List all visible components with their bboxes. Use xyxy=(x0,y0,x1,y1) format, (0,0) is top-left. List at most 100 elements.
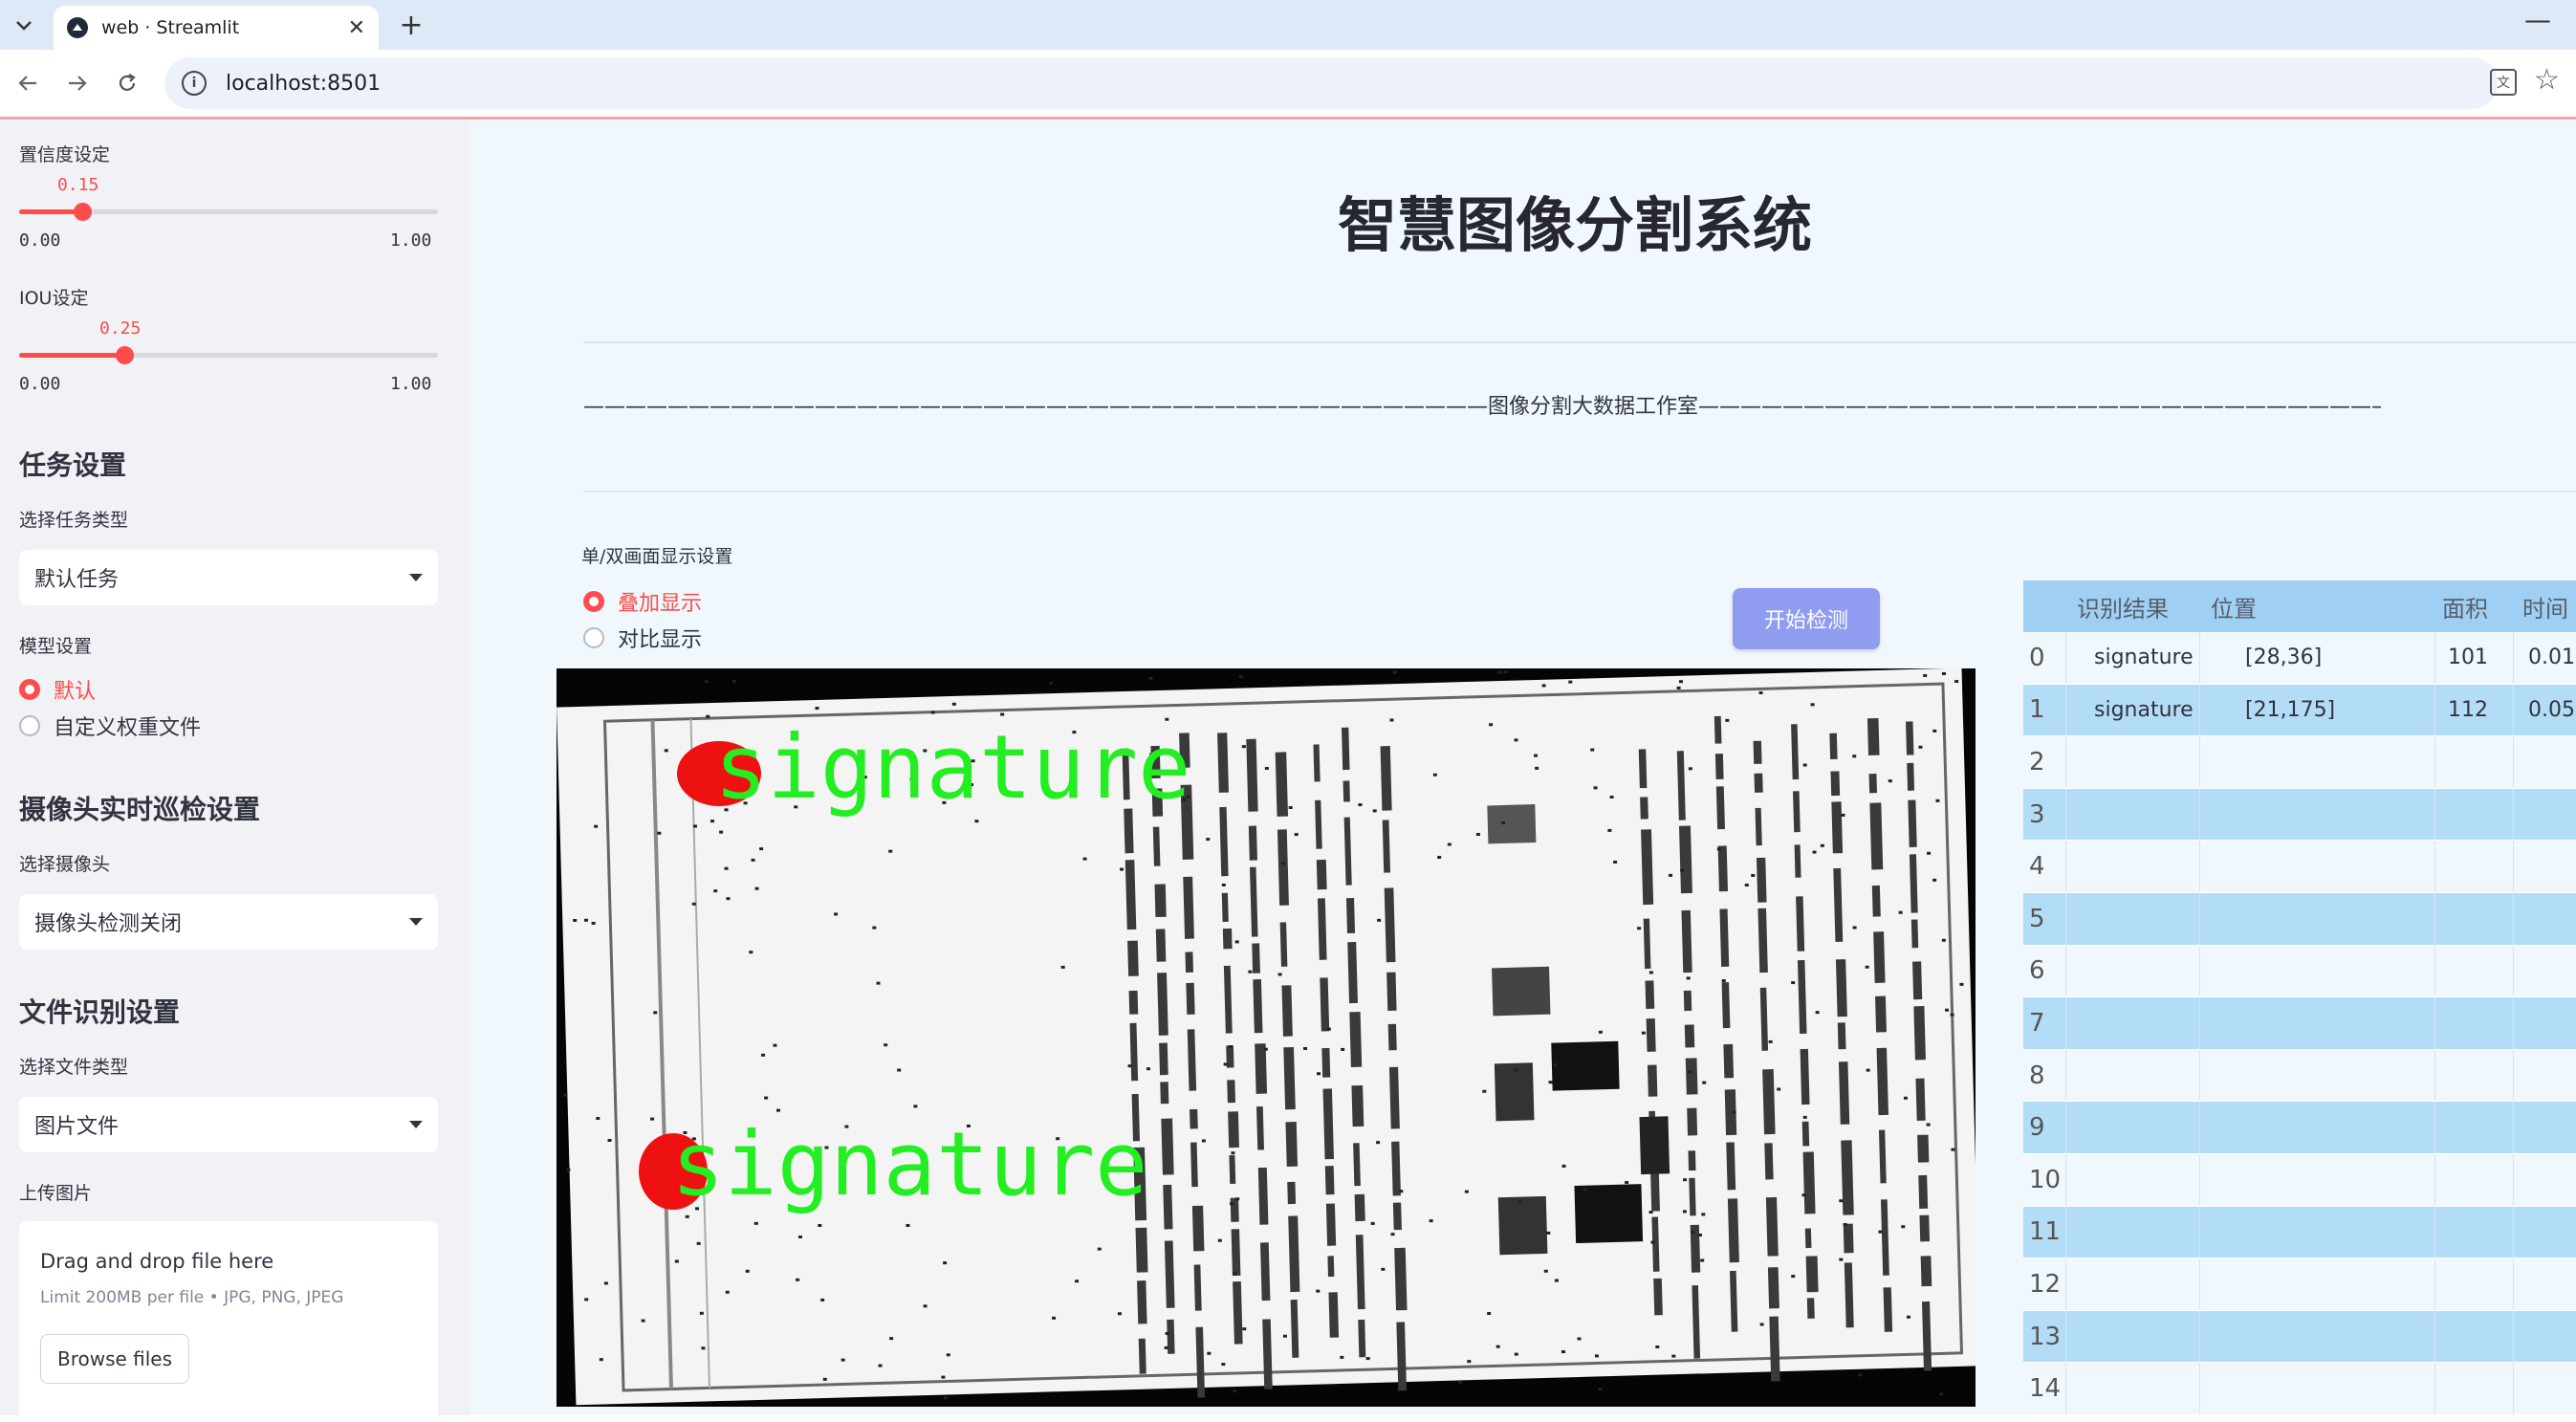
row-index: 6 xyxy=(2029,956,2045,986)
column-separator xyxy=(2065,788,2066,841)
column-separator xyxy=(2199,841,2200,892)
column-separator xyxy=(2199,788,2200,841)
column-separator xyxy=(2065,1258,2066,1310)
bookmark-star-icon[interactable]: ☆ xyxy=(2534,63,2560,97)
tab-search-chevron-icon[interactable] xyxy=(8,10,40,42)
iou-slider-thumb[interactable] xyxy=(115,346,134,364)
address-bar[interactable]: i localhost:8501 xyxy=(164,57,2498,109)
translate-icon[interactable]: 文 xyxy=(2490,69,2517,96)
chevron-down-icon xyxy=(409,1121,423,1128)
column-separator xyxy=(2199,1363,2200,1414)
studio-banner: ————————————————————————————————————————… xyxy=(583,395,2381,419)
sidebar: 置信度设定 0.15 0.00 1.00 IOU设定 0.25 0.00 1.0… xyxy=(0,120,470,1422)
radio-checked-icon xyxy=(19,679,40,700)
column-separator xyxy=(2513,945,2514,997)
column-separator xyxy=(2513,788,2514,841)
column-separator xyxy=(2199,893,2200,945)
detection-label: signature xyxy=(714,716,1191,819)
table-row[interactable]: 7 xyxy=(2023,997,2576,1050)
column-header[interactable]: 位置 xyxy=(2211,580,2257,632)
window-minimize-icon[interactable]: — xyxy=(2524,4,2551,35)
cell-position: [28,36] xyxy=(2245,645,2323,670)
cell-position: [21,175] xyxy=(2245,697,2336,722)
row-index: 10 xyxy=(2029,1165,2062,1194)
iou-label: IOU设定 xyxy=(19,288,89,309)
row-index: 5 xyxy=(2029,904,2045,933)
row-index: 8 xyxy=(2029,1061,2045,1090)
upload-title: Drag and drop file here xyxy=(40,1250,274,1273)
tab-close-icon[interactable]: ✕ xyxy=(348,16,365,40)
file-type-select[interactable]: 图片文件 xyxy=(19,1097,438,1152)
column-separator xyxy=(2065,736,2066,788)
row-index: 13 xyxy=(2029,1322,2062,1351)
cell-area: 101 xyxy=(2448,645,2488,670)
table-row[interactable]: 6 xyxy=(2023,945,2576,998)
table-row[interactable]: 14 xyxy=(2023,1363,2576,1415)
browser-tab[interactable]: web · Streamlit ✕ xyxy=(54,6,379,50)
browse-files-button[interactable]: Browse files xyxy=(40,1334,189,1384)
column-separator xyxy=(2434,1154,2435,1206)
row-index: 0 xyxy=(2029,643,2045,672)
table-row[interactable]: 8 xyxy=(2023,1049,2576,1103)
row-index: 2 xyxy=(2029,747,2045,777)
column-separator xyxy=(2513,1206,2514,1258)
column-header[interactable]: 面积 xyxy=(2442,580,2488,632)
table-row[interactable]: 9 xyxy=(2023,1102,2576,1154)
confidence-slider-thumb[interactable] xyxy=(73,203,92,221)
row-index: 11 xyxy=(2029,1217,2062,1247)
streamlit-favicon-icon xyxy=(67,17,88,38)
task-type-label: 选择任务类型 xyxy=(19,510,129,531)
column-separator xyxy=(2513,684,2514,736)
column-separator xyxy=(2513,736,2514,788)
browser-tab-strip: web · Streamlit ✕ + — xyxy=(0,0,2576,50)
table-row[interactable]: 1 signature [21,175] 112 0.05 xyxy=(2023,684,2576,737)
radio-checked-icon xyxy=(583,591,604,612)
table-row[interactable]: 0 signature [28,36] 101 0.01 xyxy=(2023,632,2576,685)
site-info-icon[interactable]: i xyxy=(182,71,207,96)
cell-result: signature xyxy=(2094,645,2194,670)
column-separator xyxy=(2065,1206,2066,1258)
table-row[interactable]: 12 xyxy=(2023,1258,2576,1311)
divider xyxy=(583,341,2576,343)
table-row[interactable]: 11 xyxy=(2023,1206,2576,1259)
table-row[interactable]: 2 xyxy=(2023,736,2576,789)
forward-arrow-icon[interactable] xyxy=(59,65,96,101)
file-settings-heading: 文件识别设置 xyxy=(19,996,181,1028)
column-separator xyxy=(2513,997,2514,1049)
file-uploader-dropzone[interactable]: Drag and drop file here Limit 200MB per … xyxy=(19,1221,438,1422)
row-index: 3 xyxy=(2029,799,2045,829)
iou-slider[interactable] xyxy=(19,346,438,364)
confidence-slider[interactable] xyxy=(19,203,438,221)
table-row[interactable]: 5 xyxy=(2023,893,2576,946)
column-separator xyxy=(2434,1206,2435,1258)
table-row[interactable]: 10 xyxy=(2023,1154,2576,1207)
model-option-default[interactable]: 默认 xyxy=(19,674,96,705)
task-type-select[interactable]: 默认任务 xyxy=(19,550,438,605)
detection-label: signature xyxy=(671,1113,1148,1215)
table-row[interactable]: 13 xyxy=(2023,1310,2576,1364)
reload-icon[interactable] xyxy=(109,65,145,101)
cell-time: 0.01 xyxy=(2528,645,2575,670)
column-separator xyxy=(2065,684,2066,736)
column-separator xyxy=(2434,1049,2435,1102)
new-tab-icon[interactable]: + xyxy=(394,8,428,42)
row-index: 12 xyxy=(2029,1269,2062,1299)
column-header[interactable]: 识别结果 xyxy=(2077,580,2169,632)
column-header[interactable]: 时间 xyxy=(2522,580,2568,632)
column-separator xyxy=(2434,684,2435,736)
column-separator xyxy=(2434,1363,2435,1414)
column-separator xyxy=(2434,945,2435,997)
model-option-custom[interactable]: 自定义权重文件 xyxy=(19,711,201,741)
upload-limit: Limit 200MB per file • JPG, PNG, JPEG xyxy=(40,1288,344,1307)
back-arrow-icon[interactable] xyxy=(10,65,46,101)
camera-select-label: 选择摄像头 xyxy=(19,854,111,875)
iou-max: 1.00 xyxy=(390,374,432,394)
table-row[interactable]: 4 xyxy=(2023,841,2576,893)
column-separator xyxy=(2065,632,2066,684)
camera-select[interactable]: 摄像头检测关闭 xyxy=(19,894,438,950)
table-row[interactable]: 3 xyxy=(2023,788,2576,842)
display-option-compare[interactable]: 对比显示 xyxy=(583,623,702,653)
display-option-overlay[interactable]: 叠加显示 xyxy=(583,586,702,617)
start-detection-button[interactable]: 开始检测 xyxy=(1733,588,1880,649)
column-separator xyxy=(2434,893,2435,945)
